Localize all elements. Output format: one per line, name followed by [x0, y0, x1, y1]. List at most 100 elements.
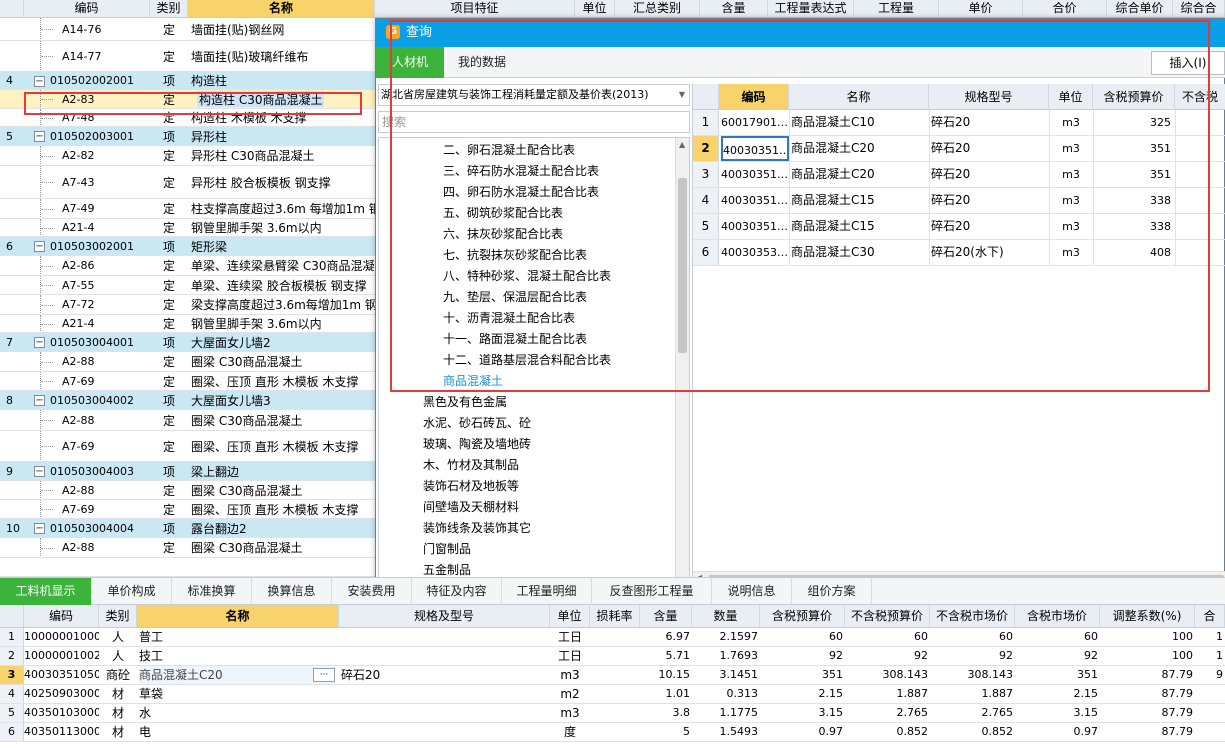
bottom-p4-header[interactable]: 含税市场价	[1015, 605, 1100, 627]
list-item-section[interactable]: 9 −010503004003 项梁上翻边	[0, 462, 375, 481]
name-cell[interactable]: 柱支撑高度超过3.6m 每增加1m 钢	[189, 199, 375, 218]
list-item-section[interactable]: 4 −010502002001 项构造柱	[0, 72, 375, 90]
table-row[interactable]: A2-88 定圈梁 C30商品混凝土	[0, 352, 375, 372]
table-row[interactable]: A2-86 定单梁、连续梁悬臂梁 C30商品混凝	[0, 256, 375, 276]
tab-install-cost[interactable]: 安装费用	[332, 578, 412, 605]
name-cell[interactable]: 圈梁、压顶 直形 木模板 木支撑	[189, 500, 375, 518]
table-row[interactable]: A2-82 定异形柱 C30商品混凝土	[0, 146, 375, 166]
col-category-header[interactable]: 类别	[150, 0, 188, 17]
list-item-section[interactable]: 10 −010503004004 项露台翻边2	[0, 519, 375, 538]
tab-features[interactable]: 特征及内容	[412, 578, 502, 605]
bottom-content-header[interactable]: 含量	[640, 605, 692, 627]
name-cell[interactable]: 大屋面女儿墙3	[189, 391, 375, 409]
collapse-icon[interactable]: −	[34, 466, 45, 477]
list-item-section[interactable]: 6 −010503002001 项矩形梁	[0, 237, 375, 256]
cell-name[interactable]: 水	[139, 704, 335, 722]
table-row[interactable]: A7-69 定圈梁、压顶 直形 木模板 木支撑	[0, 431, 375, 462]
tab-labor-materials[interactable]: 工料机显示	[0, 578, 92, 605]
name-cell[interactable]: 异形柱 胶合板模板 钢支撑	[189, 166, 375, 198]
tab-standard-conversion[interactable]: 标准换算	[172, 578, 252, 605]
bottom-unit-header[interactable]: 单位	[550, 605, 590, 627]
name-cell[interactable]: 圈梁 C30商品混凝土	[189, 410, 375, 430]
tree-item-category[interactable]: 装饰石材及地板等	[423, 477, 519, 494]
name-cell[interactable]: 单梁、连续梁悬臂梁 C30商品混凝	[189, 256, 375, 275]
name-cell[interactable]: 圈梁 C30商品混凝土	[189, 538, 375, 557]
name-cell[interactable]: 钢管里脚手架 3.6m以内	[189, 219, 375, 236]
col-content-header[interactable]: 含量	[700, 0, 768, 17]
bottom-last-header[interactable]: 合	[1195, 605, 1225, 627]
name-cell[interactable]: 圈梁、压顶 直形 木模板 木支撑	[189, 372, 375, 390]
col-name-header[interactable]: 名称	[188, 0, 375, 17]
col-unit-total-header[interactable]: 综合单价	[1107, 0, 1173, 17]
table-row[interactable]: A7-69 定圈梁、压顶 直形 木模板 木支撑	[0, 500, 375, 519]
collapse-icon[interactable]: −	[34, 241, 45, 252]
list-item-section[interactable]: 5 −010502003001 项异形柱	[0, 127, 375, 146]
tree-item-category[interactable]: 水泥、砂石砖瓦、砼	[423, 414, 531, 431]
tree-item-category[interactable]: 间壁墙及天棚材料	[423, 498, 519, 515]
tree-item-category[interactable]: 木、竹材及其制品	[423, 456, 519, 473]
name-cell[interactable]: 单梁、连续梁 胶合板模板 钢支撑	[189, 276, 375, 294]
table-row[interactable]: 1100000010001人普工工日6.972.1597606060601001	[0, 628, 1225, 647]
col-unit-header[interactable]: 单位	[575, 0, 615, 17]
cell-name[interactable]: 技工	[139, 647, 335, 665]
name-cell[interactable]: 露台翻边2	[189, 519, 375, 537]
col-quantity-header[interactable]: 工程量	[854, 0, 939, 17]
name-cell[interactable]: 圈梁、压顶 直形 木模板 木支撑	[189, 431, 375, 461]
cell-name[interactable]: 普工	[139, 628, 335, 646]
table-row[interactable]: A2-88 定圈梁 C30商品混凝土	[0, 538, 375, 558]
table-row[interactable]: 5403501030003 材 水 m3 3.8 1.1775 3.15 2.765 2.765…	[0, 704, 1225, 723]
list-item-section[interactable]: 8 −010503004002 项大屋面女儿墙3	[0, 391, 375, 410]
collapse-icon[interactable]: −	[34, 131, 45, 142]
name-cell[interactable]: 梁支撑高度超过3.6m每增加1m 钢	[189, 295, 375, 314]
bottom-p3-header[interactable]: 不含税市场价	[930, 605, 1015, 627]
bottom-p1-header[interactable]: 含税预算价	[760, 605, 845, 627]
name-cell[interactable]: 钢管里脚手架 3.6m以内	[189, 315, 375, 332]
table-row[interactable]: 4402509030002 材 草袋 m2 1.01 0.313 2.15 1.887 1.88…	[0, 685, 1225, 704]
bottom-category-header[interactable]: 类别	[99, 605, 137, 627]
bottom-code-header[interactable]: 编码	[24, 605, 99, 627]
collapse-icon[interactable]: −	[34, 523, 45, 534]
col-total-header[interactable]: 合价	[1023, 0, 1107, 17]
name-cell[interactable]	[189, 558, 375, 576]
name-cell[interactable]: 墙面挂(贴)玻璃纤维布	[189, 41, 375, 71]
col-summary-header[interactable]: 汇总类别	[615, 0, 700, 17]
bottom-qty-header[interactable]: 数量	[692, 605, 760, 627]
collapse-icon[interactable]: −	[34, 337, 45, 348]
table-row[interactable]: A21-4 定钢管里脚手架 3.6m以内	[0, 315, 375, 333]
bottom-adj-header[interactable]: 调整系数(%)	[1100, 605, 1195, 627]
col-price-header[interactable]: 单价	[939, 0, 1023, 17]
name-cell[interactable]: 异形柱	[189, 127, 375, 145]
tree-item-category[interactable]: 黑色及有色金属	[423, 393, 507, 410]
cell-name[interactable]: 电	[139, 723, 335, 741]
name-cell[interactable]: 大屋面女儿墙2	[189, 333, 375, 351]
tab-conversion-info[interactable]: 换算信息	[252, 578, 332, 605]
table-row[interactable]: 6403501130001 材 电 度 5 1.5493 0.97 0.852 0.852 0.9…	[0, 723, 1225, 742]
bottom-name-header[interactable]: 名称	[137, 605, 339, 627]
col-expression-header[interactable]: 工程量表达式	[768, 0, 854, 17]
tab-notes[interactable]: 说明信息	[712, 578, 792, 605]
col-combined-header[interactable]: 综合合	[1173, 0, 1225, 17]
name-cell[interactable]: 圈梁 C30商品混凝土	[189, 352, 375, 371]
tab-unit-price[interactable]: 单价构成	[92, 578, 172, 605]
col-code-header[interactable]: 编码	[24, 0, 150, 17]
table-row[interactable]: A14-77 定墙面挂(贴)玻璃纤维布	[0, 41, 375, 72]
name-cell[interactable]: 墙面挂(贴)钢丝网	[189, 18, 375, 40]
table-row[interactable]: A14-76 定墙面挂(贴)钢丝网	[0, 18, 375, 41]
table-row[interactable]: A21-4 定钢管里脚手架 3.6m以内	[0, 219, 375, 237]
table-row[interactable]: A7-43 定异形柱 胶合板模板 钢支撑	[0, 166, 375, 199]
collapse-icon[interactable]: −	[34, 75, 45, 87]
list-item-section[interactable]: 7 −010503004001 项大屋面女儿墙2	[0, 333, 375, 352]
table-row[interactable]: A7-69 定圈梁、压顶 直形 木模板 木支撑	[0, 372, 375, 391]
col-feature-header[interactable]: 项目特征	[375, 0, 575, 17]
tree-item-category[interactable]: 门窗制品	[423, 540, 471, 557]
tree-item-category[interactable]: 玻璃、陶瓷及墙地砖	[423, 435, 531, 452]
name-cell[interactable]: 梁上翻边	[189, 462, 375, 480]
bottom-spec-header[interactable]: 规格及型号	[339, 605, 550, 627]
table-row[interactable]: 3400303510503 商砼商品混凝土C20 碎石20 m3 10.15 3.1451…	[0, 666, 1225, 685]
tree-item-category[interactable]: 五金制品	[423, 561, 471, 578]
bottom-loss-header[interactable]: 损耗率	[590, 605, 640, 627]
tab-reverse-lookup[interactable]: 反查图形工程量	[592, 578, 712, 605]
ellipsis-button[interactable]: ···	[313, 668, 335, 682]
bottom-p2-header[interactable]: 不含税预算价	[845, 605, 930, 627]
collapse-icon[interactable]: −	[34, 395, 45, 406]
